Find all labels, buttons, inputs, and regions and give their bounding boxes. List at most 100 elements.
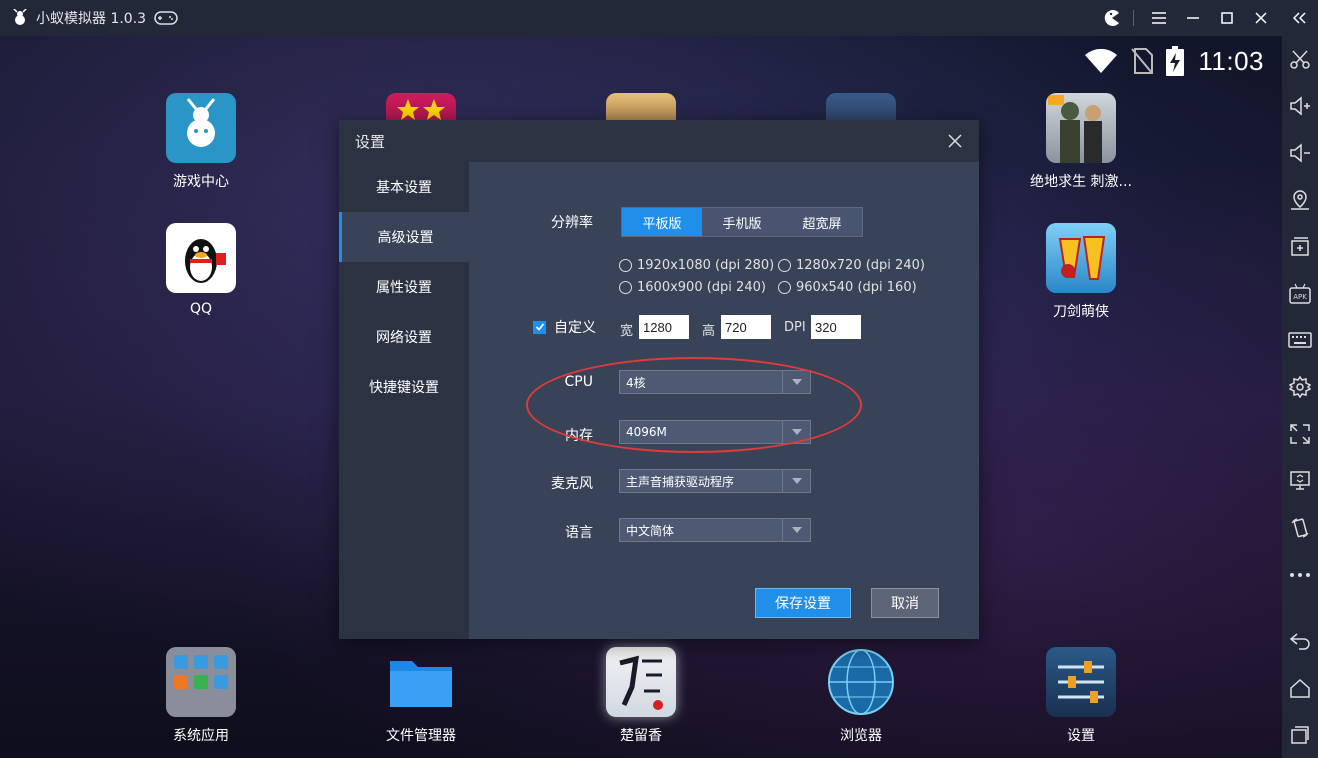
screen-sync-icon[interactable] xyxy=(1282,457,1318,504)
ant-icon xyxy=(166,93,236,163)
mode-phone-button[interactable]: 手机版 xyxy=(702,208,782,236)
app-label: 游戏中心 xyxy=(173,174,229,190)
nav-network-settings[interactable]: 网络设置 xyxy=(339,312,469,362)
window-title: 小蚁模拟器 1.0.3 xyxy=(36,11,147,27)
nav-advanced-settings[interactable]: 高级设置 xyxy=(339,212,469,262)
apk-install-icon[interactable]: APK xyxy=(1282,270,1318,317)
dpi-input[interactable] xyxy=(811,315,861,339)
cpu-value: 4核 xyxy=(626,375,646,390)
nav-basic-settings[interactable]: 基本设置 xyxy=(339,162,469,212)
height-label: 高 xyxy=(702,324,716,339)
app-daojian[interactable]: 刀剑萌侠 xyxy=(1026,223,1136,321)
dialog-title: 设置 xyxy=(355,132,386,151)
app-game-center[interactable]: 游戏中心 xyxy=(146,93,256,191)
no-signal-icon xyxy=(1130,47,1154,75)
maximize-icon[interactable] xyxy=(1212,0,1242,36)
app-pubg[interactable]: 绝地求生 刺激... xyxy=(1026,93,1136,191)
memory-select[interactable]: 4096M xyxy=(619,420,811,444)
app-label: 设置 xyxy=(1067,728,1095,744)
keyboard-icon[interactable] xyxy=(1282,317,1318,364)
menu-icon[interactable] xyxy=(1144,0,1174,36)
status-bar: 11:03 xyxy=(1072,36,1282,86)
radio-circle xyxy=(778,259,791,272)
mode-tablet-button[interactable]: 平板版 xyxy=(622,208,702,236)
app-qq[interactable]: QQ xyxy=(146,223,256,317)
chuliuxiang-logo-icon xyxy=(606,647,676,717)
custom-resolution-checkbox[interactable]: 自定义 xyxy=(533,317,596,337)
app-chuliuxiang[interactable]: 楚留香 xyxy=(586,647,696,745)
resolution-mode-segment: 平板版 手机版 超宽屏 xyxy=(621,207,863,237)
microphone-select[interactable]: 主声音捕获驱动程序 xyxy=(619,469,811,493)
app-label: 楚留香 xyxy=(620,728,662,744)
qq-penguin-icon xyxy=(166,223,236,293)
more-icon[interactable] xyxy=(1282,551,1318,598)
nav-property-settings[interactable]: 属性设置 xyxy=(339,262,469,312)
fullscreen-icon[interactable] xyxy=(1282,411,1318,458)
chevron-down-icon xyxy=(782,371,810,393)
cpu-select[interactable]: 4核 xyxy=(619,370,811,394)
microphone-label: 麦克风 xyxy=(551,476,593,492)
app-label: 文件管理器 xyxy=(386,728,456,744)
save-button[interactable]: 保存设置 xyxy=(755,588,851,618)
app-label: 绝地求生 刺激... xyxy=(1030,174,1132,190)
gamepad-icon[interactable] xyxy=(154,10,180,26)
close-icon[interactable] xyxy=(945,131,965,151)
width-label: 宽 xyxy=(620,324,634,339)
scissors-icon[interactable] xyxy=(1282,36,1318,83)
svg-text:APK: APK xyxy=(1293,293,1307,301)
resolution-option-label: 1280x720 (dpi 240) xyxy=(796,258,925,273)
nav-shortcut-settings[interactable]: 快捷键设置 xyxy=(339,362,469,412)
sliders-icon xyxy=(1046,647,1116,717)
app-file-manager[interactable]: 文件管理器 xyxy=(366,647,476,745)
wifi-icon xyxy=(1084,48,1118,74)
rotate-icon[interactable] xyxy=(1282,504,1318,551)
app-label: QQ xyxy=(189,301,213,317)
resolution-option-radio[interactable]: 1600x900 (dpi 240) xyxy=(619,280,766,295)
settings-dialog: 设置 基本设置 高级设置 属性设置 网络设置 快捷键设置 分辨率 平板版 手机版… xyxy=(339,120,979,639)
battery-charging-icon xyxy=(1166,46,1185,76)
radio-circle xyxy=(778,281,791,294)
app-system[interactable]: 系统应用 xyxy=(146,647,256,745)
height-input[interactable] xyxy=(721,315,771,339)
close-icon[interactable] xyxy=(1246,0,1276,36)
memory-label: 内存 xyxy=(565,428,593,444)
advanced-settings-panel: 分辨率 平板版 手机版 超宽屏 1920x1080 (dpi 280) 1280… xyxy=(469,162,979,639)
width-input[interactable] xyxy=(639,315,689,339)
resolution-option-radio[interactable]: 1280x720 (dpi 240) xyxy=(778,258,925,273)
dialog-header: 设置 xyxy=(339,120,979,162)
minimize-icon[interactable] xyxy=(1178,0,1208,36)
location-icon[interactable] xyxy=(1282,176,1318,223)
resolution-label: 分辨率 xyxy=(551,215,593,231)
separator xyxy=(1133,10,1134,26)
resolution-option-label: 1920x1080 (dpi 280) xyxy=(637,258,775,273)
settings-nav: 基本设置 高级设置 属性设置 网络设置 快捷键设置 xyxy=(339,162,469,639)
volume-down-icon[interactable] xyxy=(1282,130,1318,177)
daojian-logo-icon xyxy=(1046,223,1116,293)
app-label: 浏览器 xyxy=(840,728,882,744)
gear-icon[interactable] xyxy=(1282,364,1318,411)
title-bar: 小蚁模拟器 1.0.3 xyxy=(0,0,1318,36)
radio-circle xyxy=(619,259,632,272)
radio-circle xyxy=(619,281,632,294)
mode-ultrawide-button[interactable]: 超宽屏 xyxy=(782,208,862,236)
resolution-option-radio[interactable]: 1920x1080 (dpi 280) xyxy=(619,258,774,273)
ant-logo-icon xyxy=(10,8,30,28)
multi-window-icon[interactable] xyxy=(1282,223,1318,270)
collapse-sidebar-icon[interactable] xyxy=(1282,0,1318,36)
app-label: 刀剑萌侠 xyxy=(1053,304,1109,320)
cancel-button[interactable]: 取消 xyxy=(871,588,939,618)
home-icon[interactable] xyxy=(1282,664,1318,711)
cpu-label: CPU xyxy=(564,374,593,390)
dialog-body: 基本设置 高级设置 属性设置 网络设置 快捷键设置 分辨率 平板版 手机版 超宽… xyxy=(339,162,979,639)
recent-apps-icon[interactable] xyxy=(1282,711,1318,758)
app-browser[interactable]: 浏览器 xyxy=(806,647,916,745)
chevron-down-icon xyxy=(782,470,810,492)
volume-up-icon[interactable] xyxy=(1282,83,1318,130)
resolution-option-radio[interactable]: 960x540 (dpi 160) xyxy=(778,280,917,295)
app-settings[interactable]: 设置 xyxy=(1026,647,1136,745)
language-select[interactable]: 中文简体 xyxy=(619,518,811,542)
app-label: 系统应用 xyxy=(173,728,229,744)
pacman-icon[interactable] xyxy=(1097,0,1127,36)
custom-label: 自定义 xyxy=(554,320,596,336)
back-icon[interactable] xyxy=(1282,617,1318,664)
